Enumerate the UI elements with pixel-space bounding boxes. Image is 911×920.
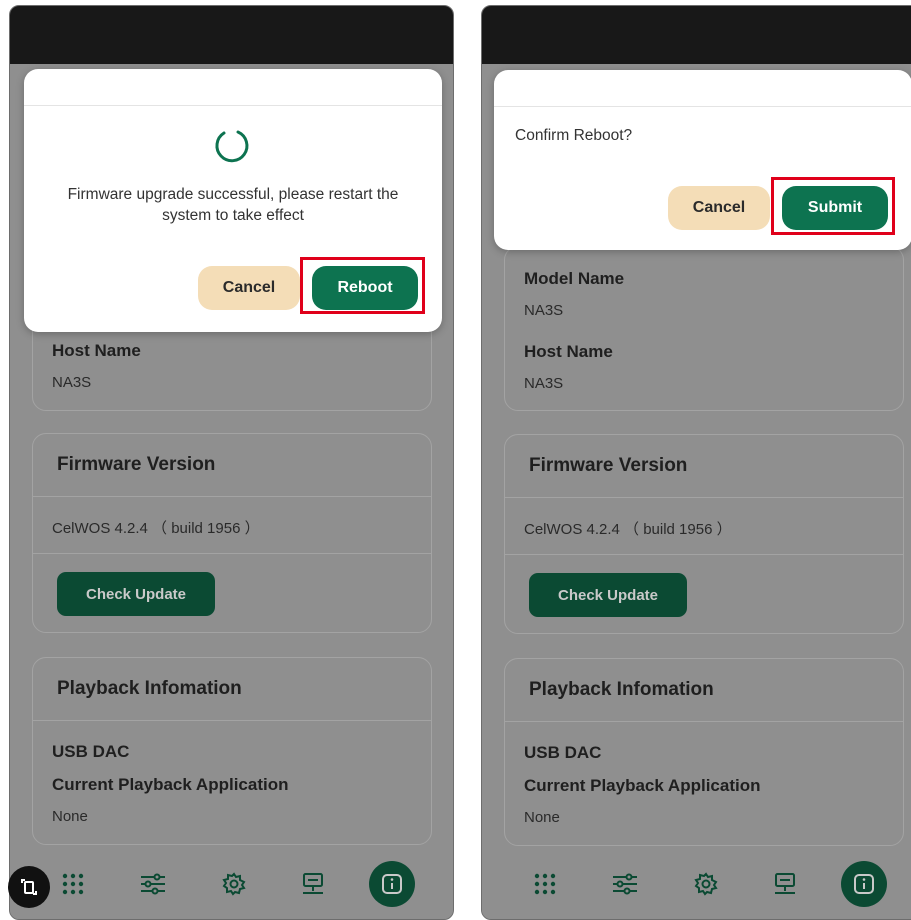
divider	[505, 554, 903, 555]
highlight-submit	[771, 177, 895, 235]
usb-dac-label: USB DAC	[52, 742, 130, 761]
model-name-value: NA3S	[524, 302, 564, 319]
current-app-value: None	[524, 809, 560, 826]
host-name-value: NA3S	[524, 375, 564, 392]
gear-icon[interactable]	[219, 869, 249, 899]
grid-icon[interactable]	[530, 869, 560, 899]
gear-icon[interactable]	[691, 869, 721, 899]
grid-icon[interactable]	[58, 869, 88, 899]
current-app-label: Current Playback Application	[524, 776, 761, 795]
playback-title: Playback Infomation	[529, 679, 714, 700]
check-update-button[interactable]: Check Update	[529, 573, 687, 617]
cancel-button[interactable]: Cancel	[668, 186, 770, 230]
divider	[33, 496, 431, 497]
dialog-divider	[494, 106, 911, 107]
playback-title: Playback Infomation	[57, 678, 242, 699]
host-name-label: Host Name	[52, 341, 141, 360]
device-info-card: Model Name NA3S Host Name NA3S	[504, 246, 904, 411]
firmware-title: Firmware Version	[57, 454, 216, 475]
status-bar	[10, 6, 453, 64]
playback-card: Playback Infomation USB DAC Current Play…	[504, 658, 904, 846]
status-bar	[482, 6, 911, 64]
bottom-nav	[10, 855, 453, 919]
check-update-button[interactable]: Check Update	[57, 572, 215, 616]
playback-card: Playback Infomation USB DAC Current Play…	[32, 657, 432, 845]
bottom-nav	[482, 855, 911, 919]
highlight-reboot	[300, 257, 425, 314]
host-name-value: NA3S	[52, 374, 92, 391]
divider	[505, 497, 903, 498]
current-app-value: None	[52, 808, 88, 825]
firmware-card: Firmware Version CelWOS 4.2.4 （ build 19…	[504, 434, 904, 634]
host-name-label: Host Name	[524, 342, 613, 361]
info-icon[interactable]	[369, 861, 415, 907]
dialog-message: Confirm Reboot?	[515, 127, 633, 144]
loading-spinner-icon	[212, 125, 252, 165]
dialog-message: Firmware upgrade successful, please rest…	[67, 186, 399, 224]
usb-dac-label: USB DAC	[524, 743, 602, 762]
phone-screen-left: Host Name NA3S Firmware Version CelWOS 4…	[9, 5, 454, 920]
network-icon[interactable]	[770, 869, 800, 899]
firmware-version: CelWOS 4.2.4 （ build 1956 ）	[52, 520, 260, 537]
firmware-version: CelWOS 4.2.4 （ build 1956 ）	[524, 521, 732, 538]
firmware-title: Firmware Version	[529, 455, 688, 476]
dialog-divider	[24, 105, 442, 106]
info-icon[interactable]	[841, 861, 887, 907]
divider	[33, 553, 431, 554]
rotate-icon	[21, 879, 37, 895]
divider	[33, 720, 431, 721]
sliders-icon[interactable]	[138, 869, 168, 899]
model-name-label: Model Name	[524, 269, 625, 288]
network-icon[interactable]	[298, 869, 328, 899]
rotate-screen-button[interactable]	[8, 866, 50, 908]
cancel-button[interactable]: Cancel	[198, 266, 300, 310]
sliders-icon[interactable]	[610, 869, 640, 899]
firmware-card: Firmware Version CelWOS 4.2.4 （ build 19…	[32, 433, 432, 633]
divider	[505, 721, 903, 722]
current-app-label: Current Playback Application	[52, 775, 289, 794]
phone-screen-right: Model Name NA3S Host Name NA3S Firmware …	[481, 5, 911, 920]
